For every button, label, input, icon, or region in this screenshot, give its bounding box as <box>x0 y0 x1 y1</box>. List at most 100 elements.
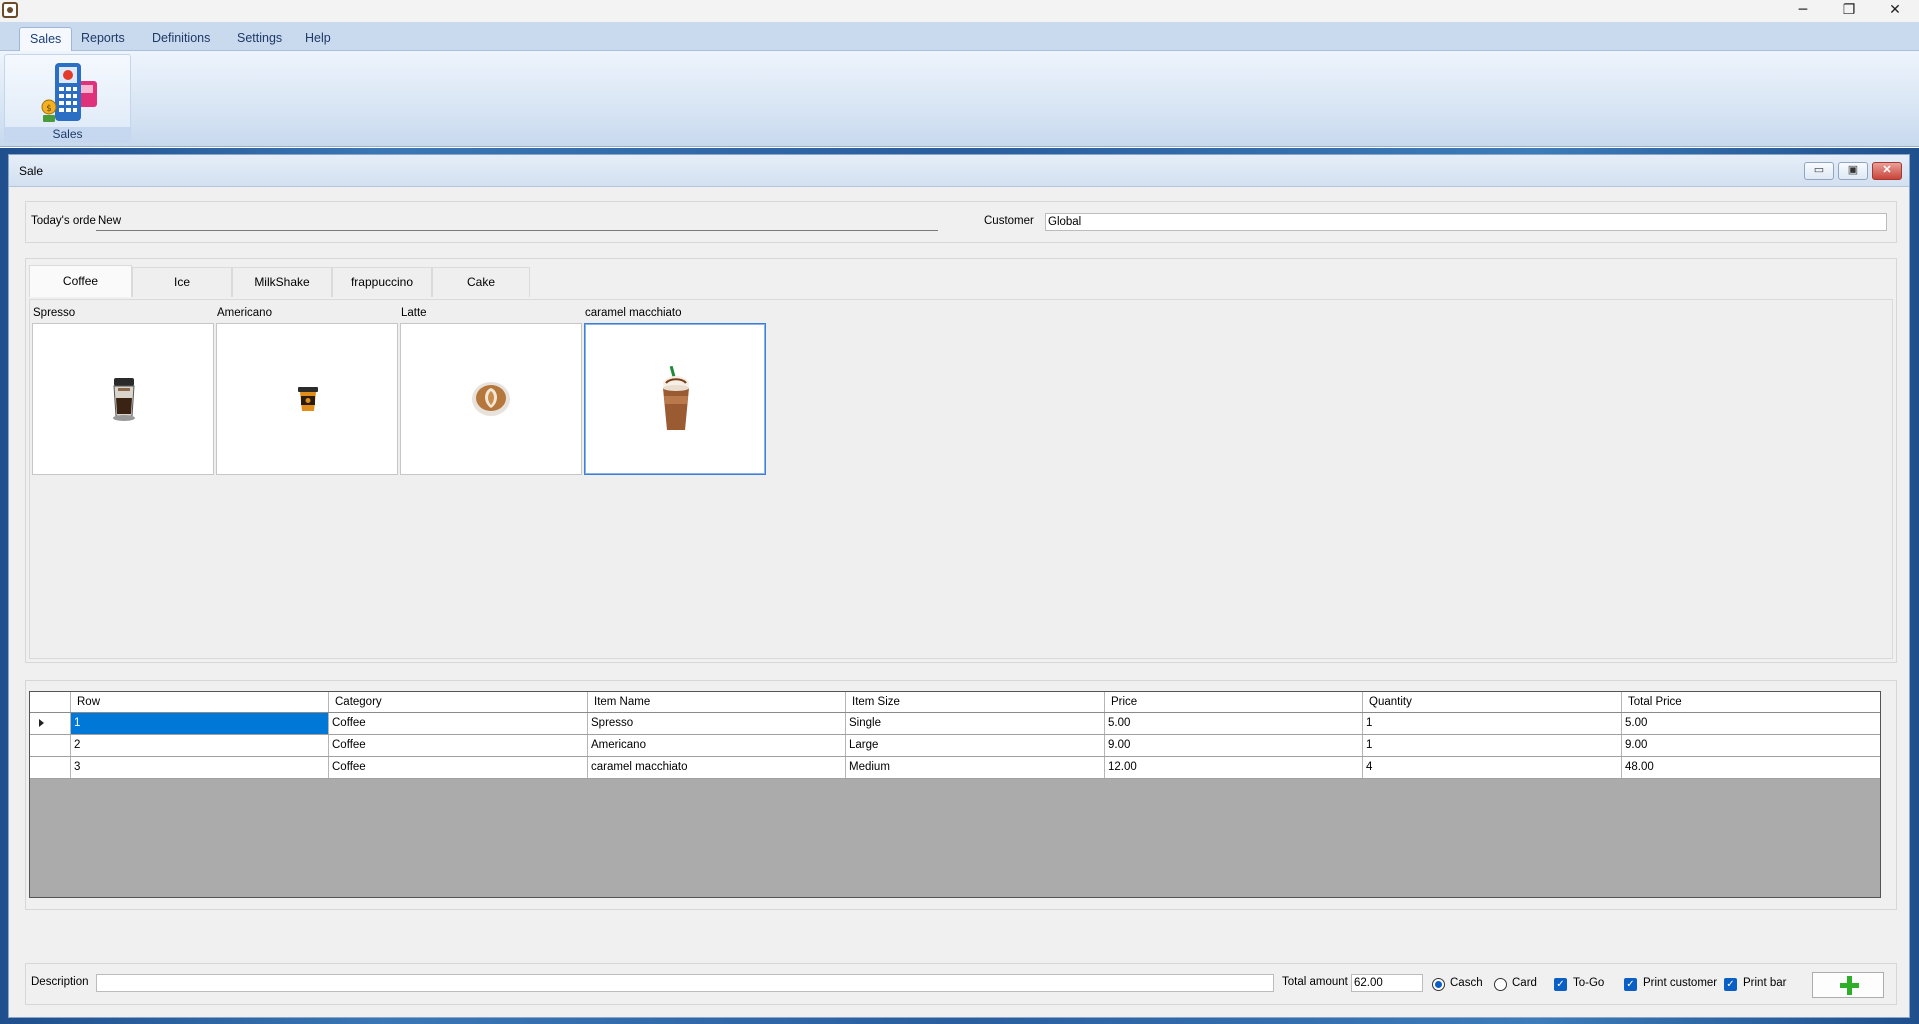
menu-definitions[interactable]: Definitions <box>142 27 220 51</box>
column-header-price[interactable]: Price <box>1105 692 1363 712</box>
sale-window-title: Sale <box>19 164 44 178</box>
mdi-workspace: Sale ▭ ▣ ✕ Today's orders New Customer G… <box>0 148 1919 1024</box>
row-selector[interactable] <box>30 735 71 756</box>
column-header-row[interactable]: Row <box>71 692 329 712</box>
cell-row[interactable]: 3 <box>71 757 329 778</box>
takeaway-cup-icon <box>298 387 318 411</box>
cell-price[interactable]: 9.00 <box>1105 735 1363 756</box>
total-amount-label: Total amount <box>1282 976 1348 988</box>
column-header-item-name[interactable]: Item Name <box>588 692 846 712</box>
description-label: Description <box>31 976 89 988</box>
order-footer-panel: Description Total amount 62.00 Casch Car… <box>25 963 1897 1005</box>
order-grid-panel: Row Category Item Name Item Size Price Q… <box>25 680 1897 910</box>
product-name: Americano <box>217 307 272 319</box>
table-row[interactable]: 2 Coffee Americano Large 9.00 1 9.00 <box>30 735 1880 757</box>
print-customer-label[interactable]: Print customer <box>1643 977 1717 989</box>
cell-total-price[interactable]: 9.00 <box>1622 735 1880 756</box>
products-panel: Coffee Ice MilkShake frappuccino Cake Sp… <box>25 258 1897 663</box>
cell-item-name[interactable]: Americano <box>588 735 846 756</box>
cell-item-size[interactable]: Medium <box>846 757 1105 778</box>
row-selector[interactable] <box>30 713 71 734</box>
tab-cake[interactable]: Cake <box>432 267 530 297</box>
app-title-bar: ─ ❐ ✕ <box>0 0 1919 22</box>
row-selector[interactable] <box>30 757 71 778</box>
cell-price[interactable]: 5.00 <box>1105 713 1363 734</box>
cell-row[interactable]: 2 <box>71 735 329 756</box>
product-tile-spresso[interactable] <box>32 323 214 475</box>
column-header-quantity[interactable]: Quantity <box>1363 692 1622 712</box>
cell-category[interactable]: Coffee <box>329 757 588 778</box>
pos-terminal-icon: $ <box>41 63 97 122</box>
sales-ribbon-button[interactable]: $ Sales <box>4 54 131 142</box>
table-row[interactable]: 1 Coffee Spresso Single 5.00 1 5.00 <box>30 713 1880 735</box>
child-minimize-button[interactable]: ▭ <box>1804 162 1834 180</box>
child-close-button[interactable]: ✕ <box>1872 162 1902 180</box>
todays-orders-combo[interactable]: New <box>96 213 938 231</box>
minimize-button[interactable]: ─ <box>1780 0 1826 22</box>
tab-frappuccino[interactable]: frappuccino <box>332 267 432 297</box>
coffee-tab-page: Spresso Americano Latte caramel macchiat… <box>29 299 1893 659</box>
grid-header-row: Row Category Item Name Item Size Price Q… <box>30 692 1880 713</box>
column-header-total-price[interactable]: Total Price <box>1622 692 1880 712</box>
iced-drink-icon <box>663 366 689 430</box>
print-bar-checkbox[interactable]: ✓ <box>1724 978 1737 991</box>
cell-category[interactable]: Coffee <box>329 735 588 756</box>
restore-button[interactable]: ❐ <box>1826 0 1872 22</box>
payment-cash-label[interactable]: Casch <box>1450 977 1483 989</box>
product-tile-caramel-macchiato[interactable] <box>584 323 766 475</box>
cell-quantity[interactable]: 1 <box>1363 713 1622 734</box>
ribbon-menu-bar: Sales Reports Definitions Settings Help <box>0 22 1919 51</box>
total-amount-field: 62.00 <box>1351 974 1423 992</box>
product-tile-americano[interactable] <box>216 323 398 475</box>
customer-combo[interactable]: Global <box>1045 213 1887 231</box>
close-button[interactable]: ✕ <box>1872 0 1918 22</box>
add-order-button[interactable] <box>1812 972 1884 998</box>
column-header-category[interactable]: Category <box>329 692 588 712</box>
category-tabs: Coffee Ice MilkShake frappuccino Cake <box>29 265 530 299</box>
payment-card-label[interactable]: Card <box>1512 977 1537 989</box>
menu-settings[interactable]: Settings <box>227 27 292 51</box>
order-header-panel: Today's orders New Customer Global <box>25 201 1897 243</box>
cell-row[interactable]: 1 <box>71 713 329 734</box>
description-input[interactable] <box>96 974 1274 992</box>
sale-window: Sale ▭ ▣ ✕ Today's orders New Customer G… <box>8 154 1910 1018</box>
latte-art-cup-icon <box>472 382 510 416</box>
app-logo-icon <box>2 2 18 18</box>
product-name: caramel macchiato <box>585 307 682 319</box>
cell-quantity[interactable]: 4 <box>1363 757 1622 778</box>
product-name: Spresso <box>33 307 76 319</box>
cell-total-price[interactable]: 5.00 <box>1622 713 1880 734</box>
print-bar-label[interactable]: Print bar <box>1743 977 1786 989</box>
menu-reports[interactable]: Reports <box>71 27 135 51</box>
ribbon-panel: $ Sales <box>0 51 1919 147</box>
payment-card-radio[interactable] <box>1494 978 1507 991</box>
cell-item-size[interactable]: Large <box>846 735 1105 756</box>
plus-icon-vertical <box>1847 976 1852 995</box>
espresso-cup-icon <box>113 378 135 421</box>
child-restore-button[interactable]: ▣ <box>1838 162 1868 180</box>
order-items-grid[interactable]: Row Category Item Name Item Size Price Q… <box>29 691 1881 898</box>
cell-quantity[interactable]: 1 <box>1363 735 1622 756</box>
cell-price[interactable]: 12.00 <box>1105 757 1363 778</box>
tab-coffee[interactable]: Coffee <box>29 265 132 297</box>
cell-item-name[interactable]: caramel macchiato <box>588 757 846 778</box>
tab-milkshake[interactable]: MilkShake <box>232 267 332 297</box>
togo-label[interactable]: To-Go <box>1573 977 1604 989</box>
table-row[interactable]: 3 Coffee caramel macchiato Medium 12.00 … <box>30 757 1880 779</box>
current-row-arrow-icon <box>39 719 44 727</box>
menu-help[interactable]: Help <box>295 27 341 51</box>
todays-orders-label: Today's orders <box>31 215 106 227</box>
menu-sales[interactable]: Sales <box>19 27 73 51</box>
cell-item-name[interactable]: Spresso <box>588 713 846 734</box>
togo-checkbox[interactable]: ✓ <box>1554 978 1567 991</box>
cell-item-size[interactable]: Single <box>846 713 1105 734</box>
tab-ice[interactable]: Ice <box>132 267 232 297</box>
payment-cash-radio[interactable] <box>1432 978 1445 991</box>
print-customer-checkbox[interactable]: ✓ <box>1624 978 1637 991</box>
cell-total-price[interactable]: 48.00 <box>1622 757 1880 778</box>
column-header-item-size[interactable]: Item Size <box>846 692 1105 712</box>
svg-text:$: $ <box>46 104 52 114</box>
sale-window-titlebar: Sale ▭ ▣ ✕ <box>9 155 1909 187</box>
product-tile-latte[interactable] <box>400 323 582 475</box>
cell-category[interactable]: Coffee <box>329 713 588 734</box>
